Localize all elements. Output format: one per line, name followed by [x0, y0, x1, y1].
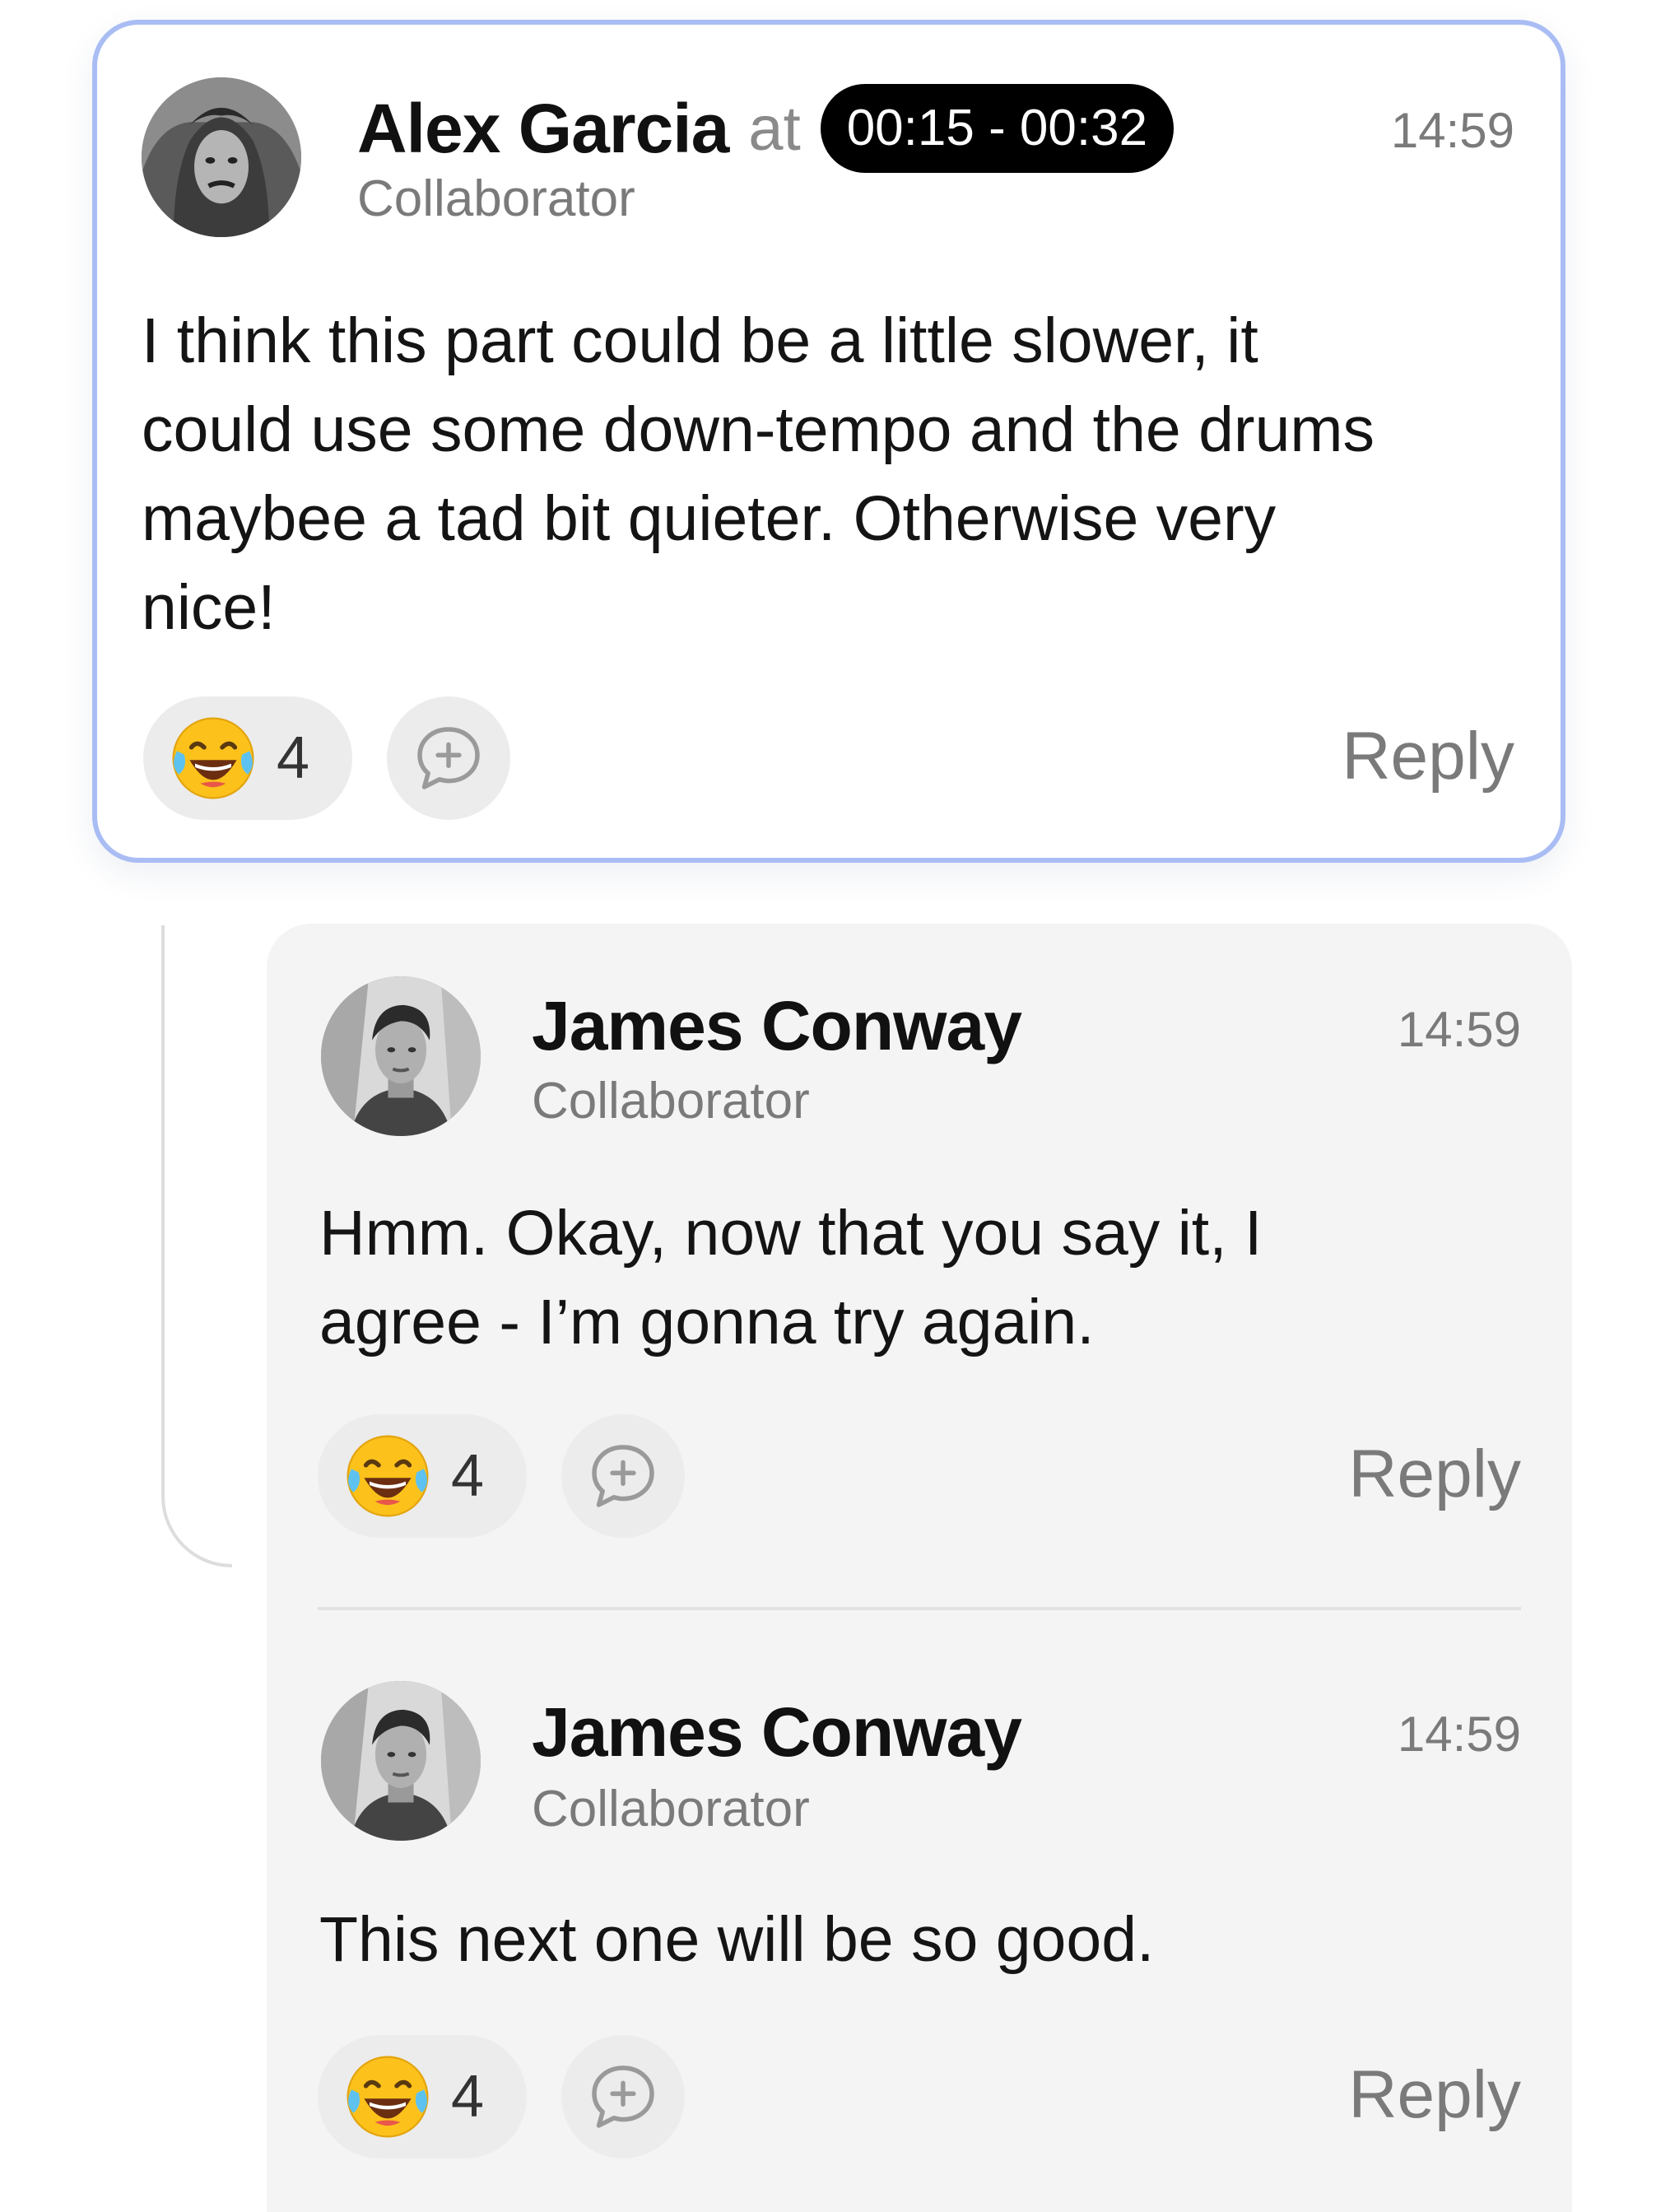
- avatar-image: [321, 1681, 481, 1841]
- author-name[interactable]: James Conway: [532, 1693, 1022, 1772]
- reply-header: James Conway: [532, 1683, 1022, 1781]
- avatar[interactable]: [321, 976, 481, 1136]
- reply-button[interactable]: Reply: [1342, 718, 1514, 795]
- reply-header: James Conway: [532, 976, 1022, 1075]
- comment-text-line: I think this part could be a little slow…: [142, 305, 1258, 376]
- reaction-pill[interactable]: 4: [318, 1414, 527, 1538]
- author-role: Collaborator: [532, 1073, 810, 1129]
- comment-text-line: maybee a tad bit quieter. Otherwise very: [142, 483, 1277, 554]
- main-comment-card[interactable]: Alex Garcia at 00:15 - 00:32 Collaborato…: [92, 20, 1565, 863]
- avatar-image: [142, 77, 301, 237]
- time-range-badge[interactable]: 00:15 - 00:32: [820, 84, 1175, 173]
- at-label: at: [748, 93, 801, 164]
- comment-text-line: could use some down-tempo and the drums: [142, 394, 1375, 465]
- author-role: Collaborator: [532, 1781, 810, 1837]
- add-reaction-button[interactable]: [561, 2035, 685, 2158]
- add-reaction-button[interactable]: [561, 1414, 685, 1538]
- reaction-count: 4: [451, 2064, 485, 2130]
- replies-panel: James Conway Collaborator 14:59 Hmm. Oka…: [267, 924, 1572, 2212]
- reply-text-line: This next one will be so good.: [319, 1904, 1155, 1975]
- reaction-count: 4: [277, 725, 310, 791]
- author-name[interactable]: Alex Garcia: [357, 89, 729, 169]
- reaction-pill[interactable]: 4: [318, 2035, 527, 2158]
- reply-timestamp: 14:59: [1397, 1002, 1521, 1057]
- avatar-image: [321, 976, 481, 1136]
- avatar[interactable]: [321, 1681, 481, 1841]
- tears-of-joy-emoji-icon: [168, 713, 258, 803]
- reaction-count: 4: [451, 1443, 485, 1509]
- comment-header: Alex Garcia at 00:15 - 00:32: [357, 76, 1175, 181]
- reply-divider: [318, 1607, 1521, 1610]
- comment-plus-icon: [585, 1438, 661, 1514]
- author-name[interactable]: James Conway: [532, 986, 1022, 1066]
- comment-plus-icon: [585, 2059, 661, 2135]
- reply-timestamp: 14:59: [1397, 1707, 1521, 1762]
- tears-of-joy-emoji-icon: [342, 2051, 433, 2142]
- reply-button[interactable]: Reply: [1348, 2056, 1521, 2134]
- avatar[interactable]: [142, 77, 301, 237]
- comment-text: I think this part could be a little slow…: [142, 296, 1533, 652]
- author-role: Collaborator: [357, 170, 635, 227]
- comment-text-line: nice!: [142, 572, 276, 643]
- reply-text-line: agree - I’m gonna try again.: [319, 1287, 1095, 1357]
- reply-text: This next one will be so good.: [319, 1895, 1521, 1984]
- comment-timestamp: 14:59: [1390, 103, 1514, 158]
- reply-text-line: Hmm. Okay, now that you say it, I: [319, 1198, 1263, 1269]
- reaction-pill[interactable]: 4: [143, 696, 352, 820]
- reply-button[interactable]: Reply: [1348, 1436, 1521, 1513]
- thread-connector-line: [161, 925, 232, 1567]
- add-reaction-button[interactable]: [387, 696, 510, 820]
- reply-text: Hmm. Okay, now that you say it, I agree …: [319, 1189, 1521, 1367]
- comment-plus-icon: [411, 720, 486, 796]
- tears-of-joy-emoji-icon: [342, 1431, 433, 1521]
